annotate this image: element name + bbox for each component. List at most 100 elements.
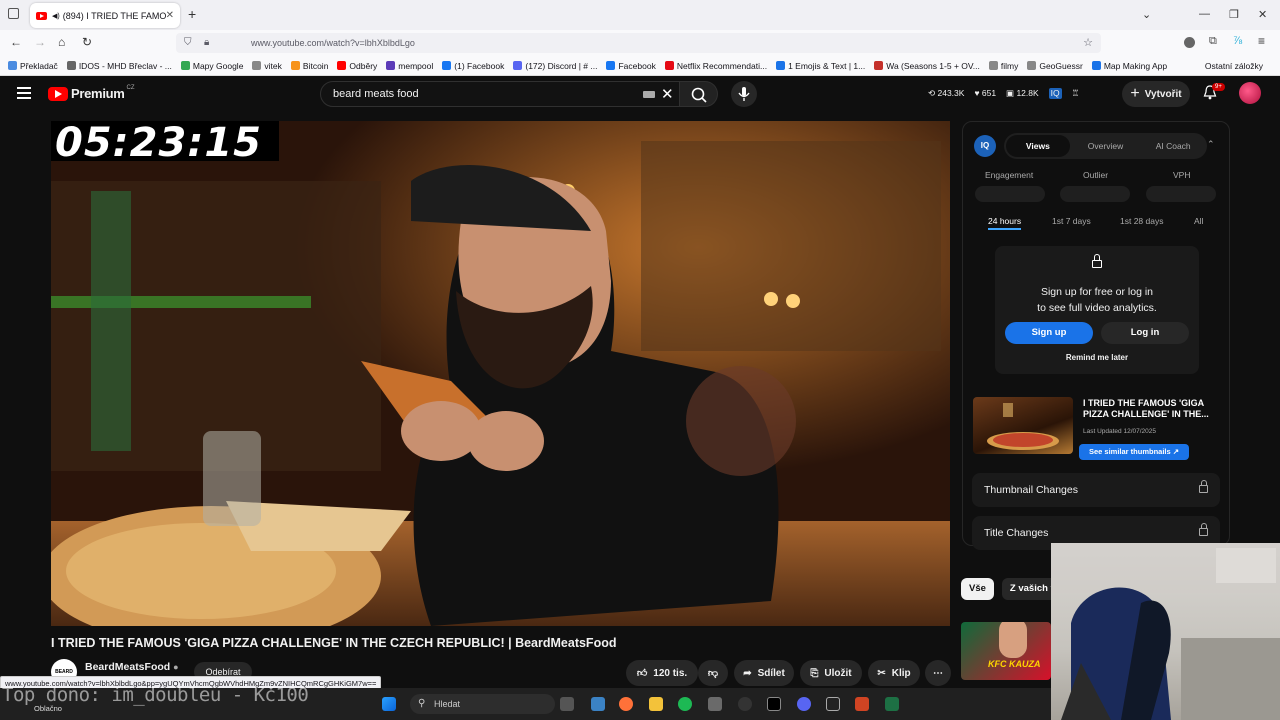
bookmark-item[interactable]: GeoGuessr — [1027, 61, 1083, 71]
bookmark-item[interactable]: (1) Facebook — [442, 61, 504, 71]
spotify-icon[interactable] — [678, 697, 692, 711]
youtube-header: Premium CZ beard meats food ✕ ⟲ 243.3K ♥… — [0, 77, 1280, 111]
back-icon[interactable]: ← — [10, 35, 22, 49]
calculator-icon[interactable] — [708, 697, 722, 711]
dislike-button[interactable]: 👎︎ — [698, 660, 728, 686]
minimize-button[interactable]: — — [1199, 8, 1210, 20]
tab-views[interactable]: Views — [1006, 135, 1070, 157]
range-28-days[interactable]: 1st 28 days — [1120, 216, 1163, 226]
puzzle-icon[interactable]: ⧉ — [1209, 35, 1217, 48]
file-explorer-icon[interactable] — [649, 697, 663, 711]
range-24-hours[interactable]: 24 hours — [988, 216, 1022, 230]
bookmark-star-icon[interactable]: ☆ — [1083, 36, 1093, 49]
clear-search-icon[interactable]: ✕ — [661, 85, 674, 103]
bookmark-item[interactable]: Netflix Recommendati... — [664, 60, 768, 71]
search-input[interactable]: beard meats food — [333, 88, 419, 100]
youtube-premium-logo[interactable]: Premium CZ — [48, 85, 135, 101]
tab-close-icon[interactable]: ✕ — [166, 10, 174, 21]
new-tab-button[interactable]: + — [188, 6, 196, 22]
translate-icon[interactable]: ⅞ — [1233, 35, 1242, 47]
bookmark-item[interactable]: Mapy Google — [180, 61, 243, 71]
clip-button[interactable]: ✂ Klip — [868, 660, 920, 686]
tab-overview-icon[interactable] — [8, 8, 19, 19]
video-thumbnail — [973, 397, 1073, 454]
capcut-icon[interactable] — [767, 697, 781, 711]
chip-all[interactable]: Vše — [961, 578, 994, 600]
reload-icon[interactable]: ↻ — [82, 35, 92, 49]
search-box[interactable]: beard meats food ✕ — [320, 81, 680, 107]
channel-name[interactable]: BeardMeatsFood ● — [85, 661, 179, 673]
bookmark-favicon-icon — [290, 61, 300, 70]
save-button[interactable]: ⎘ Uložit — [800, 660, 862, 686]
signup-button[interactable]: Sign up — [1005, 322, 1093, 344]
close-window-button[interactable]: ✕ — [1258, 8, 1267, 21]
title-changes-label: Title Changes — [984, 527, 1049, 539]
thumbnail-changes-row[interactable]: Thumbnail Changes — [972, 473, 1220, 507]
thumbnail-changes-label: Thumbnail Changes — [984, 484, 1078, 496]
more-actions-button[interactable]: ⋯ — [925, 660, 951, 686]
range-all[interactable]: All — [1194, 216, 1203, 226]
range-7-days[interactable]: 1st 7 days — [1052, 216, 1091, 226]
tab-ai-coach[interactable]: AI Coach — [1141, 135, 1205, 157]
lock-message-line2: to see full video analytics. — [1037, 302, 1157, 314]
remind-later-link[interactable]: Remind me later — [995, 353, 1199, 362]
extension-icon[interactable] — [1184, 37, 1195, 48]
extension-icon[interactable]: IQ — [1048, 88, 1062, 99]
bookmark-label: Wa (Seasons 1-5 + OV... — [886, 60, 980, 71]
browser-tab[interactable]: ◀) (894) I TRIED THE FAMOUS ✕ — [30, 3, 180, 28]
recommended-video-thumbnail[interactable]: KFC KAUZA — [961, 622, 1051, 680]
excel-icon[interactable] — [885, 697, 899, 711]
epic-games-icon[interactable] — [826, 697, 840, 711]
bookmark-item[interactable]: Wa (Seasons 1-5 + OV... — [874, 61, 980, 71]
bookmark-favicon-icon — [252, 61, 262, 70]
browser-toolbar: ← → ⌂ ↻ ⛉ 🔒︎ www.youtube.com/watch?v=lbh… — [0, 30, 1280, 56]
other-bookmarks-folder[interactable]: Ostatní záložky — [1205, 61, 1263, 71]
url-field[interactable]: ⛉ 🔒︎ www.youtube.com/watch?v=lbhXblbdLgo… — [176, 33, 1101, 53]
browser-menu-icon[interactable]: ≡ — [1258, 34, 1265, 48]
powerpoint-icon[interactable] — [855, 697, 869, 711]
bookmark-item[interactable]: 1 Emojis & Text | 1... — [776, 61, 865, 71]
forward-icon[interactable]: → — [34, 35, 46, 49]
maximize-button[interactable]: ❐ — [1229, 8, 1239, 21]
bookmark-item[interactable]: Bitcoin — [290, 61, 328, 71]
login-button[interactable]: Log in — [1101, 322, 1189, 344]
bookmark-item[interactable]: Překladač — [8, 61, 58, 71]
share-button[interactable]: ➦ Sdílet — [734, 660, 794, 686]
microphone-icon — [738, 87, 750, 101]
ranking-icon[interactable]: ♖ — [1072, 88, 1080, 99]
bookmark-favicon-icon — [337, 61, 347, 70]
bookmark-item[interactable]: IDOS - MHD Břeclav - ... — [66, 61, 172, 71]
bookmark-item[interactable]: (172) Discord | # ... — [513, 61, 597, 71]
bookmark-item[interactable]: Odběry — [337, 61, 377, 71]
windows-start-icon[interactable] — [382, 697, 396, 711]
padlock-icon — [1092, 260, 1102, 268]
see-similar-thumbnails-button[interactable]: See similar thumbnails ↗ — [1079, 444, 1189, 460]
app-icon[interactable] — [738, 697, 752, 711]
video-player[interactable]: 05:23:15 — [51, 121, 950, 626]
video-title: I TRIED THE FAMOUS 'GIGA PIZZA CHALLENGE… — [51, 636, 617, 650]
account-avatar[interactable] — [1239, 82, 1261, 104]
webcam-image — [1051, 543, 1280, 720]
like-button[interactable]: 👍︎ 120 tis. — [626, 660, 698, 686]
bookmark-item[interactable]: Map Making App — [1091, 61, 1167, 71]
keyboard-icon[interactable] — [643, 91, 655, 98]
discord-icon[interactable] — [797, 697, 811, 711]
scissors-icon: ✂ — [877, 667, 886, 679]
firefox-icon[interactable] — [619, 697, 633, 711]
create-button[interactable]: + Vytvořit — [1122, 81, 1190, 107]
voice-search-button[interactable] — [731, 81, 757, 107]
taskbar-search[interactable]: ⚲ Hledat — [410, 694, 555, 714]
bookmark-item[interactable]: vitek — [252, 61, 282, 71]
hamburger-menu-icon[interactable] — [17, 87, 31, 99]
bookmark-item[interactable]: Facebook — [606, 61, 656, 71]
search-button[interactable] — [680, 81, 718, 107]
collapse-chevron-icon[interactable]: ⌃ — [1207, 139, 1215, 150]
tab-overview[interactable]: Overview — [1074, 135, 1138, 157]
bookmark-item[interactable]: mempool — [386, 61, 433, 71]
bookmark-item[interactable]: filmy — [988, 61, 1018, 71]
home-icon[interactable]: ⌂ — [58, 35, 65, 49]
bookmark-label: Netflix Recommendati... — [676, 60, 768, 71]
task-view-icon[interactable] — [560, 697, 574, 711]
tab-list-icon[interactable]: ⌄ — [1142, 8, 1151, 21]
widgets-icon[interactable] — [591, 697, 605, 711]
